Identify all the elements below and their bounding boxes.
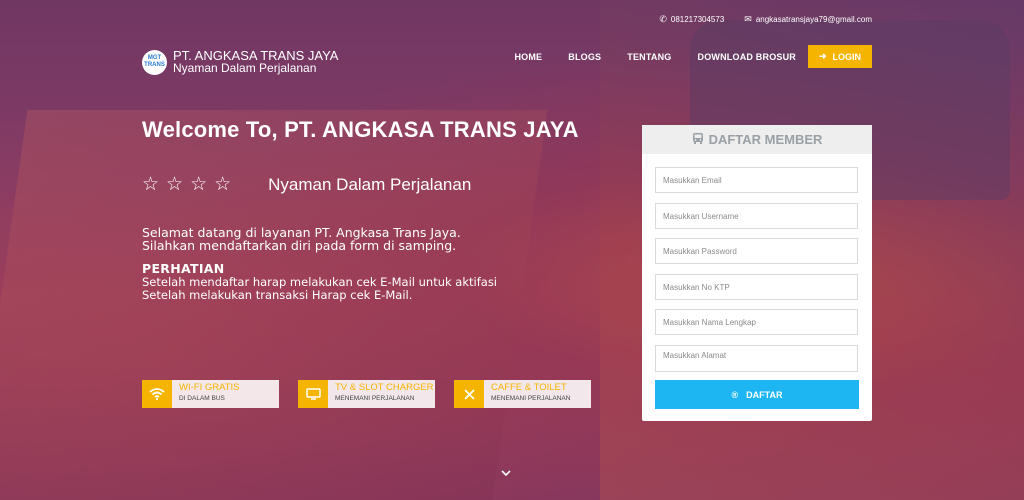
notice-line-1: Setelah mendaftar harap melakukan cek E-… <box>142 275 498 289</box>
brand-tagline: Nyaman Dalam Perjalanan <box>173 61 317 75</box>
hero-title: Welcome To, PT. ANGKASA TRANS JAYA <box>142 117 579 142</box>
ktp-field[interactable]: Masukkan No KTP <box>655 274 858 300</box>
notice-block: PERHATIAN Setelah mendaftar harap melaku… <box>142 262 497 301</box>
chevron-down-icon[interactable] <box>501 468 511 480</box>
feature-tv: TV & SLOT CHARGER MENEMANI PERJALANAN <box>298 380 435 408</box>
contact-bar: ✆ 081217304573 ✉ angkasatransjaya79@gmai… <box>659 14 872 25</box>
main-nav: HOME BLOGS TENTANG DOWNLOAD BROSUR ➜ LOG… <box>488 45 872 68</box>
envelope-icon: ✉ <box>744 14 752 24</box>
star-icons: ☆☆☆☆ <box>142 174 239 195</box>
register-panel: DAFTAR MEMBER Masukkan Email Masukkan Us… <box>642 125 872 421</box>
rating-row: ☆☆☆☆ Nyaman Dalam Perjalanan <box>142 173 471 196</box>
phone-text: 081217304573 <box>670 15 725 24</box>
brand-text: PT. ANGKASA TRANS JAYA Nyaman Dalam Perj… <box>173 49 338 75</box>
phone-contact: ✆ 081217304573 <box>659 14 724 25</box>
register-icon: ® <box>731 389 739 400</box>
register-title: DAFTAR MEMBER <box>708 132 823 147</box>
intro-line-2: Silahkan mendaftarkan diri pada form di … <box>142 238 457 253</box>
daftar-button[interactable]: ® DAFTAR <box>655 380 859 409</box>
email-text: angkasatransjaya79@gmail.com <box>755 15 872 24</box>
username-field[interactable]: Masukkan Username <box>655 203 858 229</box>
notice-line-2: Setelah melakukan transaksi Harap cek E-… <box>142 287 413 302</box>
fullname-field[interactable]: Masukkan Nama Lengkap <box>655 309 858 335</box>
daftar-label: DAFTAR <box>746 389 783 400</box>
tv-icon <box>298 380 328 408</box>
brand-logo: MGT TRANS <box>142 49 167 75</box>
feature-wifi-text: WI-FI GRATIS DI DALAM BUS <box>172 380 279 408</box>
bus-icon <box>692 132 704 148</box>
nav-download-brosur[interactable]: DOWNLOAD BROSUR <box>698 52 797 62</box>
nav-blogs[interactable]: BLOGS <box>568 52 601 62</box>
feature-title: TV & SLOT CHARGER <box>335 382 434 393</box>
login-label: LOGIN <box>832 51 862 62</box>
feature-caffe-text: CAFFE & TOILET MENEMANI PERJALANAN <box>484 380 591 408</box>
feature-title: CAFFE & TOILET <box>491 382 567 393</box>
nav-home[interactable]: HOME <box>514 52 542 62</box>
feature-subtitle: DI DALAM BUS <box>179 395 225 402</box>
intro-text: Selamat datang di layanan PT. Angkasa Tr… <box>142 226 461 252</box>
login-button[interactable]: ➜ LOGIN <box>808 45 872 68</box>
feature-subtitle: MENEMANI PERJALANAN <box>335 395 415 402</box>
register-header: DAFTAR MEMBER <box>642 125 872 154</box>
email-field[interactable]: Masukkan Email <box>655 167 858 193</box>
email-contact: ✉ angkasatransjaya79@gmail.com <box>744 14 872 25</box>
feature-wifi: WI-FI GRATIS DI DALAM BUS <box>142 380 279 408</box>
feature-tv-text: TV & SLOT CHARGER MENEMANI PERJALANAN <box>328 380 435 408</box>
sign-in-icon: ➜ <box>818 51 827 61</box>
password-field[interactable]: Masukkan Password <box>655 238 858 264</box>
notice-heading: PERHATIAN <box>142 261 225 276</box>
feature-subtitle: MENEMANI PERJALANAN <box>491 395 571 402</box>
feature-caffe: CAFFE & TOILET MENEMANI PERJALANAN <box>454 380 591 408</box>
address-field[interactable]: Masukkan Alamat <box>655 345 858 372</box>
nav-tentang[interactable]: TENTANG <box>627 52 671 62</box>
hero-slogan: Nyaman Dalam Perjalanan <box>268 174 472 194</box>
feature-title: WI-FI GRATIS <box>179 382 240 393</box>
wifi-icon <box>142 380 172 408</box>
brand[interactable]: MGT TRANS PT. ANGKASA TRANS JAYA Nyaman … <box>142 49 338 75</box>
cutlery-icon <box>454 380 484 408</box>
feature-list: WI-FI GRATIS DI DALAM BUS TV & SLOT CHAR… <box>142 380 591 408</box>
phone-icon: ✆ <box>659 14 667 24</box>
